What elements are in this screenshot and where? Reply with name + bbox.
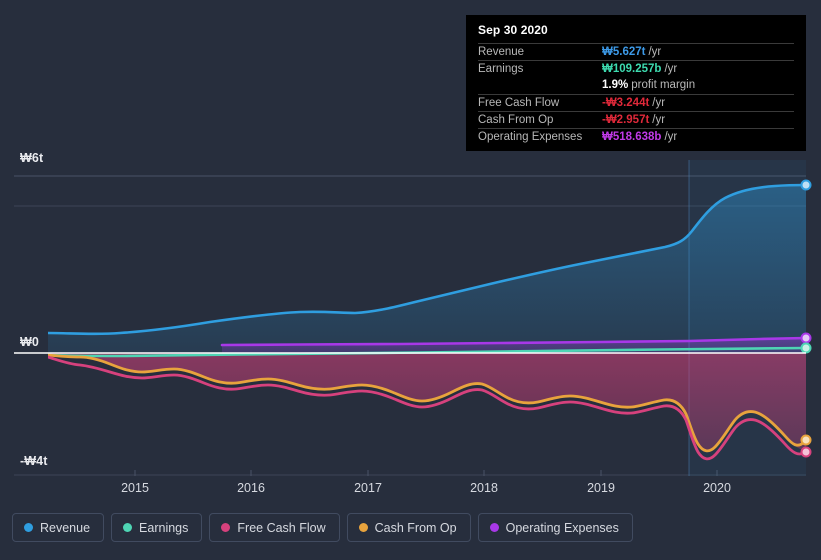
legend-item-earnings[interactable]: Earnings [111, 513, 202, 542]
tooltip-value-operating-expenses: ₩518.638b [602, 129, 661, 146]
tooltip-label-cash-from-op: Cash From Op [478, 112, 602, 129]
free-cash-flow-endpoint-marker [802, 448, 811, 457]
y-axis-label-bottom: -₩4t [20, 454, 52, 468]
y-axis-label-top: ₩6t [20, 151, 48, 165]
tooltip-label-earnings: Earnings [478, 61, 602, 78]
tooltip-row-operating-expenses: Operating Expenses ₩518.638b /yr [478, 128, 794, 145]
x-axis-label-2017: 2017 [354, 481, 382, 495]
tooltip-unit-revenue: /yr [648, 44, 661, 61]
tooltip-unit-operating-expenses: /yr [664, 129, 677, 146]
tooltip-value-cash-from-op: -₩2.957t [602, 112, 649, 129]
revenue-endpoint-marker [802, 181, 811, 190]
x-axis-label-2015: 2015 [121, 481, 149, 495]
chart-legend: Revenue Earnings Free Cash Flow Cash Fro… [12, 513, 633, 542]
tooltip-value-revenue: ₩5.627t [602, 44, 645, 61]
tooltip-label-free-cash-flow: Free Cash Flow [478, 95, 602, 112]
legend-label-cash-from-op: Cash From Op [375, 521, 457, 535]
tooltip-row-cash-from-op: Cash From Op -₩2.957t /yr [478, 111, 794, 128]
x-axis-label-2020: 2020 [703, 481, 731, 495]
opex-endpoint-marker [802, 334, 811, 343]
tooltip-unit-cash-from-op: /yr [652, 112, 665, 129]
legend-label-free-cash-flow: Free Cash Flow [237, 521, 325, 535]
x-axis-label-2018: 2018 [470, 481, 498, 495]
legend-item-cash-from-op[interactable]: Cash From Op [347, 513, 471, 542]
earnings-endpoint-marker [802, 344, 811, 353]
legend-label-earnings: Earnings [139, 521, 188, 535]
tooltip-row-free-cash-flow: Free Cash Flow -₩3.244t /yr [478, 94, 794, 111]
tooltip-value-free-cash-flow: -₩3.244t [602, 95, 649, 112]
revenue-color-dot-icon [24, 523, 33, 532]
x-axis-label-2019: 2019 [587, 481, 615, 495]
y-axis-label-zero: ₩0 [20, 335, 44, 349]
earnings-color-dot-icon [123, 523, 132, 532]
tooltip-row-profit-margin: 1.9% profit margin [478, 77, 794, 94]
legend-item-operating-expenses[interactable]: Operating Expenses [478, 513, 633, 542]
tooltip-unit-earnings: /yr [664, 61, 677, 78]
x-axis-label-2016: 2016 [237, 481, 265, 495]
chart-tooltip: Sep 30 2020 Revenue ₩5.627t /yr Earnings… [466, 15, 806, 151]
free-cash-flow-color-dot-icon [221, 523, 230, 532]
tooltip-label-revenue: Revenue [478, 44, 602, 61]
legend-item-revenue[interactable]: Revenue [12, 513, 104, 542]
legend-label-revenue: Revenue [40, 521, 90, 535]
tooltip-date: Sep 30 2020 [478, 23, 794, 43]
tooltip-value-profit-margin: 1.9% [602, 77, 628, 94]
operating-expenses-color-dot-icon [490, 523, 499, 532]
cash-from-op-endpoint-marker [802, 436, 811, 445]
tooltip-row-revenue: Revenue ₩5.627t /yr [478, 43, 794, 60]
legend-label-operating-expenses: Operating Expenses [506, 521, 619, 535]
tooltip-unit-profit-margin: profit margin [631, 77, 695, 94]
tooltip-value-earnings: ₩109.257b [602, 61, 661, 78]
tooltip-row-earnings: Earnings ₩109.257b /yr [478, 60, 794, 77]
legend-item-free-cash-flow[interactable]: Free Cash Flow [209, 513, 339, 542]
tooltip-label-operating-expenses: Operating Expenses [478, 129, 602, 146]
tooltip-unit-free-cash-flow: /yr [652, 95, 665, 112]
cash-from-op-color-dot-icon [359, 523, 368, 532]
